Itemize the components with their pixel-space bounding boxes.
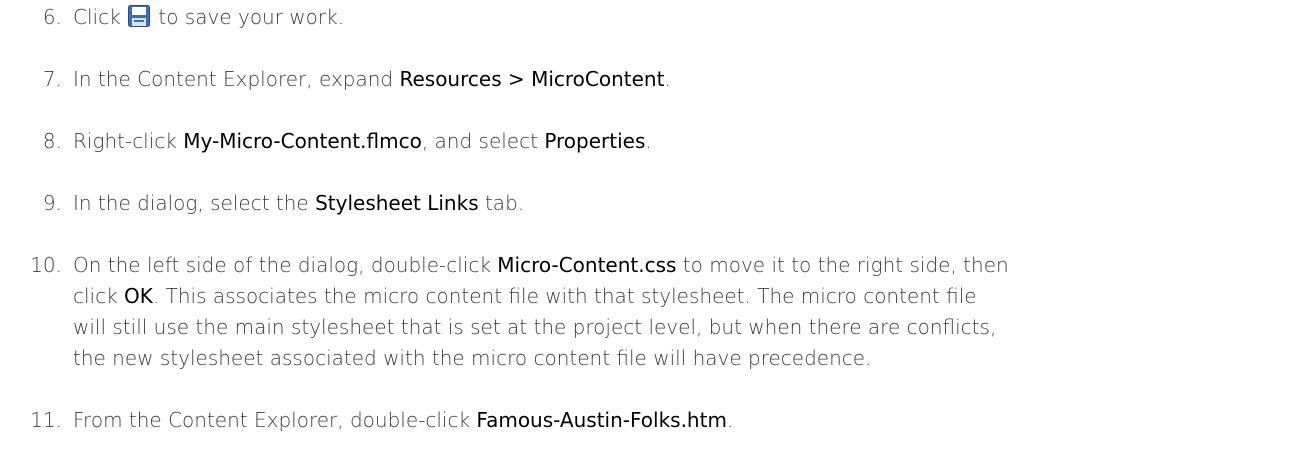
ui-term: Resources > MicroContent — [399, 67, 665, 91]
step-number: 8. — [42, 129, 62, 153]
step-text-part: click — [73, 284, 125, 308]
step-line: the new stylesheet associated with the m… — [73, 346, 872, 370]
step-text-part: From the Content Explorer, double-click — [73, 408, 477, 432]
step-line: will still use the main stylesheet that … — [73, 315, 997, 339]
step-text: In the dialog, select the Stylesheet Lin… — [73, 188, 1243, 219]
step-text-part: , and select — [421, 129, 545, 153]
step-line: On the left side of the dialog, double-c… — [73, 250, 1243, 281]
ui-term: Properties — [544, 129, 646, 153]
step-number: 9. — [42, 191, 62, 215]
step-text-part: . This associates the micro content file… — [152, 284, 977, 308]
step-text-part: . — [645, 129, 652, 153]
step-text-part: On the left side of the dialog, double-c… — [73, 253, 498, 277]
step-text-part: . — [726, 408, 734, 432]
step-text: Right-click My-Micro-Content.flmco, and … — [73, 126, 1243, 157]
step-text-part: In the Content Explorer, expand — [73, 67, 400, 91]
step-text-part: tab. — [478, 191, 525, 215]
step-number: 11. — [30, 408, 62, 432]
step-text-part: to move it to the right side, then — [676, 253, 1009, 277]
step-text-part: Click — [73, 5, 128, 29]
ui-term: Stylesheet Links — [315, 191, 479, 215]
file-name: Famous-Austin-Folks.htm — [476, 408, 727, 432]
step-text-part: to save your work. — [152, 5, 345, 29]
step-text: On the left side of the dialog, double-c… — [73, 250, 1243, 374]
step-text: Click to save your work. — [73, 2, 1243, 33]
step-line: click OK. This associates the micro cont… — [73, 281, 1243, 312]
ui-term: OK — [124, 284, 153, 308]
step-text: From the Content Explorer, double-click … — [73, 405, 1243, 436]
step-text: In the Content Explorer, expand Resource… — [73, 64, 1243, 95]
step-number: 10. — [30, 253, 62, 277]
save-icon — [128, 5, 151, 27]
step-text-part: Right-click — [73, 129, 184, 153]
step-number: 7. — [42, 67, 62, 91]
step-text-part: In the dialog, select the — [73, 191, 316, 215]
file-name: Micro-Content.css — [497, 253, 677, 277]
step-text-part: . — [664, 67, 671, 91]
step-number: 6. — [42, 5, 62, 29]
file-name: My-Micro-Content.flmco — [183, 129, 422, 153]
